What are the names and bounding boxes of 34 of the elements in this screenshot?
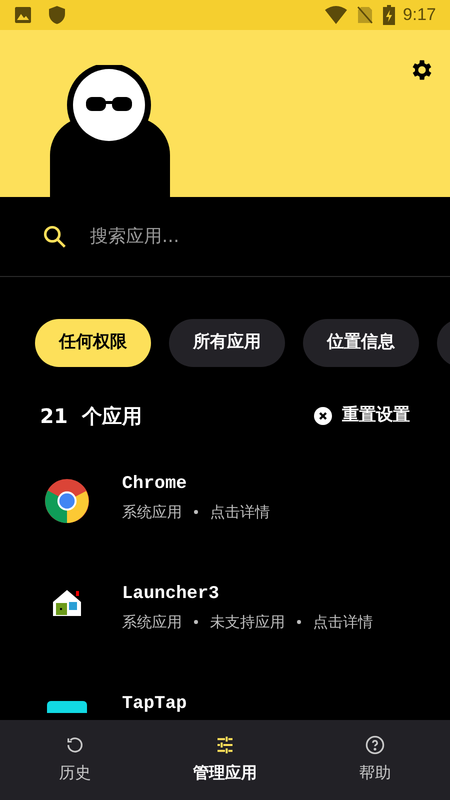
nav-tab[interactable]: 历史 bbox=[0, 720, 150, 800]
app-count-label: 个应用 bbox=[82, 403, 142, 430]
search-icon bbox=[42, 224, 68, 250]
help-icon bbox=[365, 735, 385, 755]
app-tag: 点击详情 bbox=[210, 501, 270, 524]
app-count: 21 bbox=[40, 403, 68, 430]
app-tag: 系统应用 bbox=[122, 611, 182, 634]
app-list-item[interactable]: Chrome 系统应用 点击详情 bbox=[0, 461, 450, 571]
chrome-icon bbox=[44, 478, 90, 524]
app-name: TapTap bbox=[122, 693, 187, 713]
no-sim-icon bbox=[356, 6, 373, 24]
app-list-item[interactable]: TapTap bbox=[0, 681, 450, 713]
app-name: Launcher3 bbox=[122, 583, 220, 605]
app-list-item[interactable]: Launcher3 系统应用 未支持应用 点击详情 bbox=[0, 571, 450, 681]
app-tag: 系统应用 bbox=[122, 501, 182, 524]
history-icon bbox=[65, 735, 85, 755]
wifi-icon bbox=[324, 6, 347, 24]
filter-chip[interactable]: 任何权限 bbox=[35, 319, 151, 367]
battery-charging-icon bbox=[382, 5, 395, 25]
shield-icon bbox=[48, 5, 66, 25]
app-name: Chrome bbox=[122, 473, 188, 495]
house-icon bbox=[51, 588, 83, 618]
filter-chip[interactable]: 位置信息 bbox=[303, 319, 419, 367]
nav-tab[interactable]: 帮助 bbox=[300, 720, 450, 800]
sliders-icon bbox=[215, 735, 235, 755]
search-field[interactable]: 搜索应用... bbox=[90, 223, 408, 250]
image-icon bbox=[14, 6, 32, 24]
close-circle-icon bbox=[314, 407, 332, 425]
clock-time: 9:17 bbox=[402, 4, 436, 26]
reset-settings-button[interactable]: 重置设置 bbox=[314, 403, 410, 429]
filter-chip[interactable]: 所有应用 bbox=[169, 319, 285, 367]
app-tag: 点击详情 bbox=[313, 611, 373, 634]
nav-tab[interactable]: 管理应用 bbox=[150, 720, 300, 800]
app-tag: 未支持应用 bbox=[210, 611, 285, 634]
